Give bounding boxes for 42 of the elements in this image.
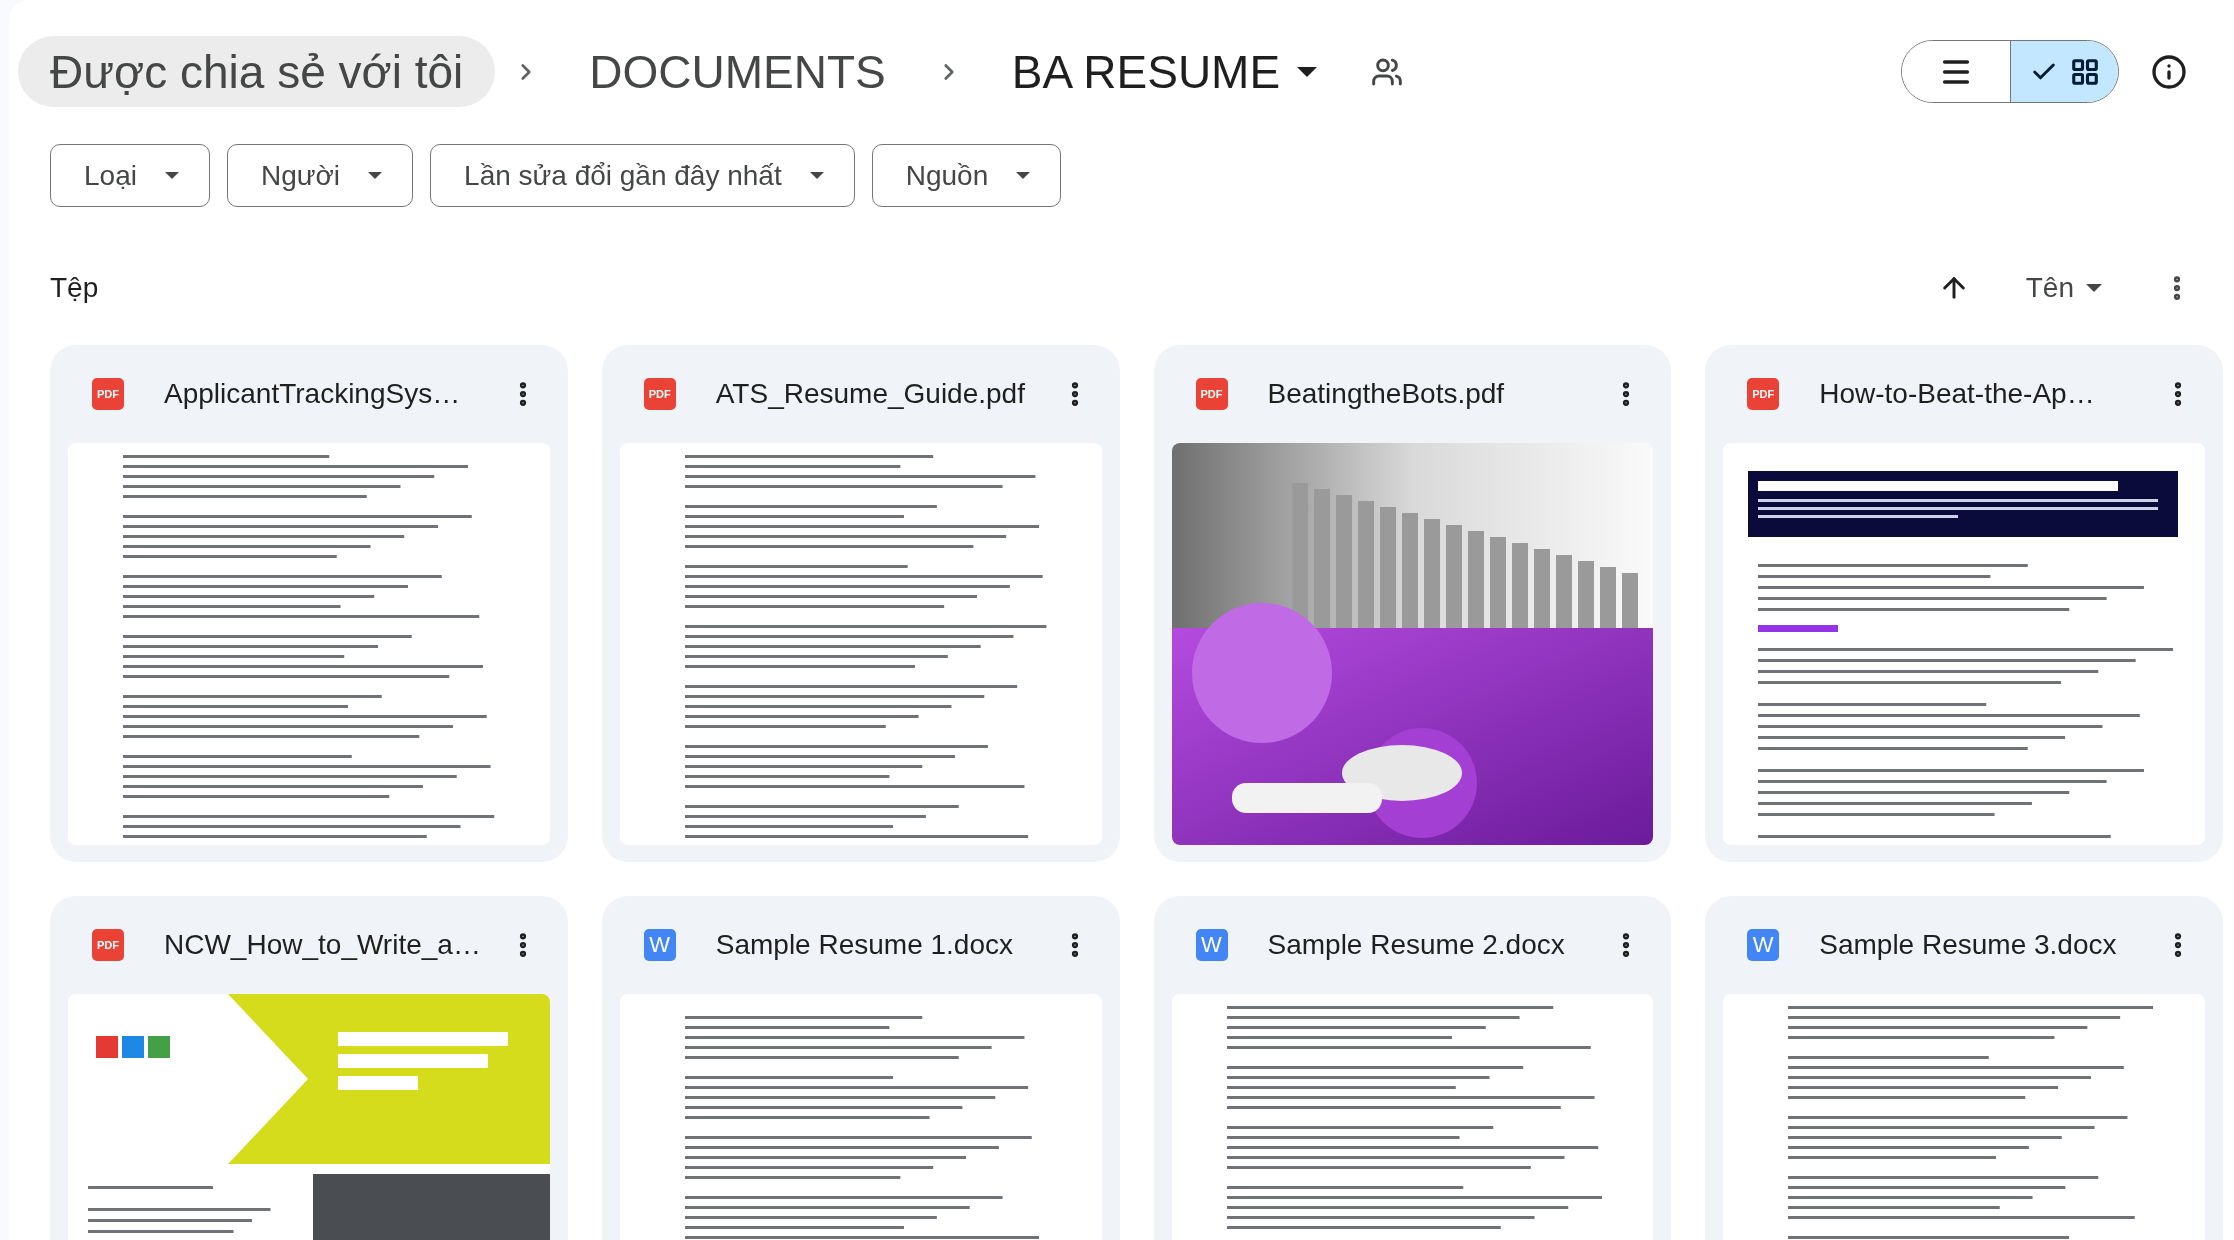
section-title: Tệp <box>50 271 99 305</box>
file-name: How-to-Beat-the-Ap… <box>1819 377 2096 411</box>
breadcrumb-item[interactable]: BA RESUME <box>979 36 1350 107</box>
caret-icon <box>1016 172 1031 179</box>
filter-dropdown[interactable]: Loại <box>50 144 210 207</box>
caret-icon <box>2086 284 2102 292</box>
file-card[interactable]: PDF How-to-Beat-the-Ap… <box>1705 345 2223 862</box>
file-card[interactable]: PDF ATS_Resume_Guide.pdf <box>601 345 1120 862</box>
word-file-icon: W <box>1195 929 1228 961</box>
word-file-icon: W <box>1747 929 1780 961</box>
caret-icon <box>164 172 179 179</box>
file-name: ATS_Resume_Guide.pdf <box>715 377 1026 411</box>
breadcrumb-item[interactable]: DOCUMENTS <box>557 36 918 107</box>
pdf-file-icon: PDF <box>1195 378 1228 410</box>
file-card[interactable]: PDF NCW_How_to_Write_a… <box>50 896 568 1240</box>
caret-icon <box>809 172 824 179</box>
pdf-file-icon: PDF <box>92 378 124 410</box>
pdf-file-icon: PDF <box>643 378 676 410</box>
caret-icon <box>1297 66 1318 77</box>
file-card[interactable]: W Sample Resume 3.docx <box>1705 896 2223 1240</box>
filter-dropdown[interactable]: Lần sửa đổi gần đây nhất <box>430 144 855 207</box>
info-icon[interactable] <box>2151 53 2187 90</box>
word-file-icon: W <box>643 929 676 961</box>
breadcrumb-item[interactable]: Được chia sẻ với tôi <box>18 36 496 107</box>
file-card[interactable]: W Sample Resume 2.docx <box>1153 896 1672 1240</box>
file-card[interactable]: PDF ApplicantTrackingSys… <box>50 345 568 862</box>
pdf-file-icon: PDF <box>92 929 124 961</box>
grid-icon <box>2069 56 2100 87</box>
file-name: NCW_How_to_Write_a… <box>164 928 482 962</box>
file-name: BeatingtheBots.pdf <box>1267 377 1506 411</box>
caret-icon <box>368 172 383 179</box>
file-card[interactable]: W Sample Resume 1.docx <box>601 896 1120 1240</box>
file-name: Sample Resume 1.docx <box>715 928 1014 962</box>
filter-dropdown[interactable]: Nguồn <box>871 144 1062 207</box>
file-card[interactable]: PDF BeatingtheBots.pdf <box>1153 345 1672 862</box>
file-name: ApplicantTrackingSys… <box>164 377 462 411</box>
file-name: Sample Resume 2.docx <box>1267 928 1566 962</box>
grid-view-button[interactable] <box>2010 41 2118 102</box>
pdf-file-icon: PDF <box>1747 378 1780 410</box>
filter-dropdown[interactable]: Người <box>226 144 414 207</box>
sort-by-button[interactable]: Tên <box>2025 267 2102 309</box>
file-name: Sample Resume 3.docx <box>1819 928 2118 962</box>
